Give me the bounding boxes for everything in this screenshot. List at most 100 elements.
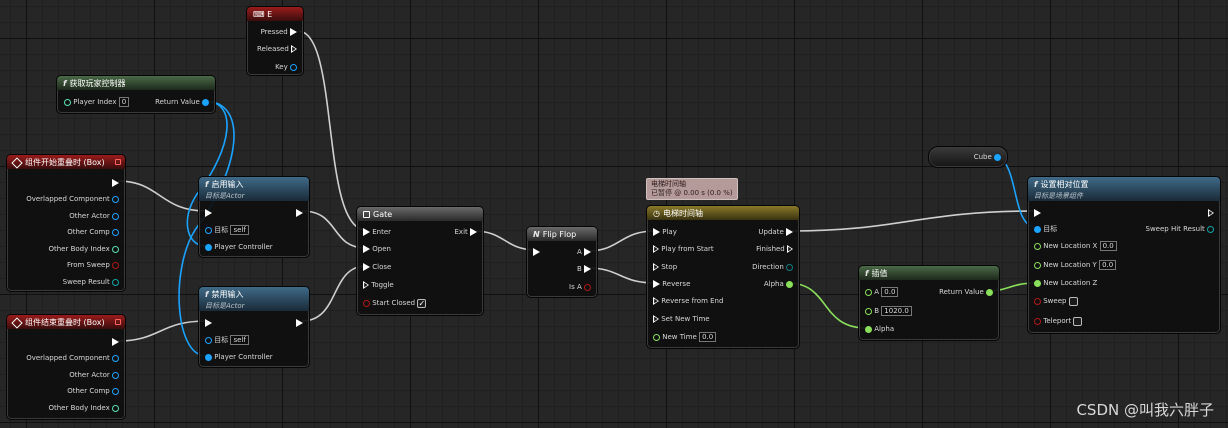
- return-value-label: Return Value: [939, 288, 984, 296]
- target-pin[interactable]: [205, 336, 212, 344]
- b-pin[interactable]: [865, 307, 872, 315]
- other-comp-pin[interactable]: [112, 387, 119, 395]
- play-exec-pin[interactable]: [653, 228, 660, 236]
- update-exec-pin[interactable]: [786, 228, 793, 236]
- flip-flop-node[interactable]: N Flip Flop A B Is A: [526, 226, 598, 298]
- other-actor-pin[interactable]: [112, 212, 119, 220]
- open-exec-pin[interactable]: [363, 245, 370, 253]
- toggle-label: Toggle: [371, 281, 394, 289]
- cube-variable-node[interactable]: Cube: [928, 146, 1008, 168]
- direction-pin[interactable]: [786, 263, 793, 271]
- keyboard-icon: ⌨: [253, 10, 265, 19]
- new-location-y-label: New Location Y: [1043, 261, 1097, 269]
- flip-flop-exec-in[interactable]: [533, 248, 540, 256]
- lerp-node[interactable]: f 插值 A 0.0 Return Value B 1020.0 Alpha: [858, 265, 1000, 341]
- new-location-x-pin[interactable]: [1034, 242, 1041, 250]
- start-closed-pin[interactable]: [363, 299, 370, 307]
- alpha-pin[interactable]: [865, 325, 872, 333]
- target-value[interactable]: self: [230, 225, 249, 235]
- begin-overlap-exec-pin[interactable]: [112, 179, 119, 187]
- disable-input-node[interactable]: f 禁用输入 目标是Actor 目标 self Player Controller: [198, 286, 310, 368]
- end-overlap-event-node[interactable]: 组件结束重叠时 (Box) Overlapped Component Other…: [6, 314, 126, 420]
- reverse-exec-pin[interactable]: [653, 280, 660, 288]
- cube-pin[interactable]: [994, 153, 1001, 161]
- alpha-label: Alpha: [874, 325, 895, 333]
- get-player-controller-node[interactable]: f 获取玩家控制器 Player Index 0 Return Value: [56, 75, 216, 114]
- new-location-x-input[interactable]: 0.0: [1099, 241, 1117, 251]
- player-controller-pin[interactable]: [205, 353, 212, 361]
- other-body-index-pin[interactable]: [112, 404, 119, 412]
- stop-exec-pin[interactable]: [653, 263, 659, 271]
- blueprint-graph[interactable]: ⌨ E Pressed Released Key f 获取玩家控制器 Player…: [0, 0, 1228, 428]
- end-overlap-exec-pin[interactable]: [112, 338, 119, 346]
- toggle-exec-pin[interactable]: [363, 281, 369, 289]
- target-pin[interactable]: [205, 226, 212, 234]
- disable-input-exec-in[interactable]: [205, 319, 212, 327]
- enable-input-exec-out[interactable]: [296, 209, 303, 217]
- player-controller-label: Player Controller: [214, 353, 273, 361]
- overlapped-component-pin[interactable]: [112, 195, 119, 203]
- disable-input-exec-out[interactable]: [296, 319, 303, 327]
- start-closed-checkbox[interactable]: ✓: [417, 298, 427, 308]
- set-location-exec-out[interactable]: [1208, 209, 1214, 217]
- player-index-pin[interactable]: [64, 98, 71, 106]
- sweep-hit-result-pin[interactable]: [1207, 225, 1214, 233]
- pressed-exec-pin[interactable]: [290, 28, 297, 36]
- return-value-pin[interactable]: [986, 288, 993, 296]
- set-relative-location-title: 设置相对位置: [1040, 180, 1089, 189]
- reverse-from-end-exec-pin[interactable]: [653, 297, 659, 305]
- sweep-result-pin[interactable]: [112, 278, 119, 286]
- other-comp-pin[interactable]: [112, 228, 119, 236]
- enable-input-exec-in[interactable]: [205, 209, 212, 217]
- return-value-pin[interactable]: [202, 98, 209, 106]
- begin-overlap-event-node[interactable]: 组件开始重叠时 (Box) Overlapped Component Other…: [6, 154, 126, 292]
- new-location-z-pin[interactable]: [1034, 279, 1041, 287]
- sweep-pin[interactable]: [1034, 297, 1041, 305]
- event-icon: [11, 316, 23, 329]
- set-new-time-exec-pin[interactable]: [653, 315, 659, 323]
- key-e-node[interactable]: ⌨ E Pressed Released Key: [246, 6, 304, 76]
- player-controller-pin[interactable]: [205, 243, 212, 251]
- sweep-checkbox[interactable]: [1068, 296, 1078, 306]
- enable-input-node[interactable]: f 启用输入 目标是Actor 目标 self Player Controller: [198, 176, 310, 258]
- b-exec-pin[interactable]: [584, 265, 591, 273]
- set-location-exec-in[interactable]: [1034, 209, 1041, 217]
- key-pin[interactable]: [290, 63, 297, 71]
- play-from-start-exec-pin[interactable]: [653, 245, 659, 253]
- released-exec-pin[interactable]: [291, 45, 297, 53]
- new-location-y-pin[interactable]: [1034, 261, 1041, 269]
- a-pin[interactable]: [865, 288, 872, 296]
- overlapped-component-pin[interactable]: [112, 354, 119, 362]
- new-location-y-input[interactable]: 0.0: [1099, 260, 1117, 270]
- finished-exec-pin[interactable]: [787, 245, 793, 253]
- player-index-input[interactable]: 0: [118, 97, 130, 107]
- b-label: B: [576, 265, 582, 273]
- exit-exec-pin[interactable]: [470, 228, 477, 236]
- b-input[interactable]: 1020.0: [881, 306, 912, 316]
- from-sweep-label: From Sweep: [66, 261, 110, 269]
- close-exec-pin[interactable]: [363, 263, 370, 271]
- gate-title: Gate: [373, 210, 393, 219]
- teleport-pin[interactable]: [1034, 317, 1041, 325]
- gate-node[interactable]: Gate Enter Exit Open Close Toggle Start …: [356, 206, 484, 316]
- from-sweep-pin[interactable]: [112, 261, 119, 269]
- enter-exec-pin[interactable]: [363, 228, 370, 236]
- pressed-label: Pressed: [260, 28, 288, 36]
- is-a-pin[interactable]: [584, 283, 591, 291]
- a-input[interactable]: 0.0: [881, 287, 899, 297]
- new-time-pin[interactable]: [653, 333, 660, 341]
- end-overlap-title: 组件结束重叠时 (Box): [25, 318, 105, 327]
- sweep-result-label: Sweep Result: [62, 278, 110, 286]
- a-exec-pin[interactable]: [584, 248, 591, 256]
- set-relative-location-subtitle: 目标是场景组件: [1034, 192, 1083, 200]
- clock-icon: ◷: [653, 209, 660, 218]
- target-pin[interactable]: [1034, 225, 1041, 233]
- other-body-index-pin[interactable]: [112, 245, 119, 253]
- target-value[interactable]: self: [230, 335, 249, 345]
- other-actor-pin[interactable]: [112, 371, 119, 379]
- timeline-node[interactable]: ◷ 电梯时间轴 Play Update Play from Start Finis…: [646, 205, 800, 349]
- new-time-input[interactable]: 0.0: [699, 332, 717, 342]
- teleport-checkbox[interactable]: [1073, 316, 1083, 326]
- set-relative-location-node[interactable]: f 设置相对位置 目标是场景组件 目标 Sweep Hit Result New L…: [1027, 176, 1221, 334]
- alpha-pin[interactable]: [786, 280, 793, 288]
